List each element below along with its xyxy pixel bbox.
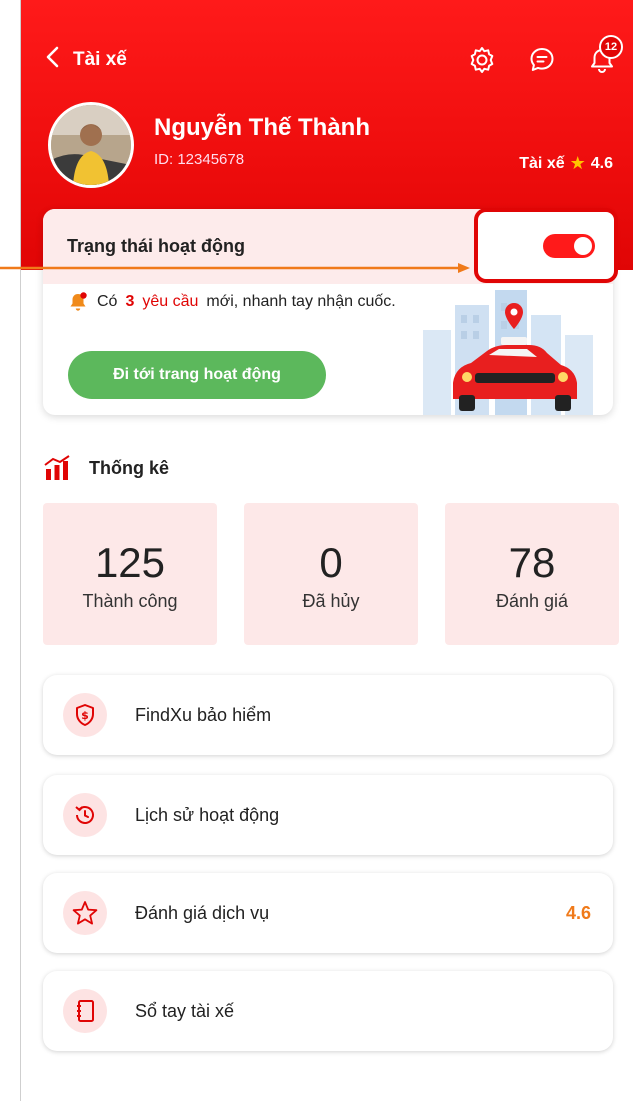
shield-dollar-icon: $ xyxy=(63,693,107,737)
role-label: Tài xế xyxy=(519,154,565,172)
rating-value: 4.6 xyxy=(590,154,613,172)
stats-header: Thống kê xyxy=(43,455,169,481)
top-nav: Tài xế 12 xyxy=(43,35,623,78)
menu-label: Đánh giá dịch vụ xyxy=(135,902,270,923)
phone-screen: Tài xế 12 Nguyễn Thế Thành ID: 12345678 … xyxy=(21,0,633,1101)
notice-link[interactable]: yêu cầu xyxy=(142,293,198,311)
stat-value: 0 xyxy=(319,539,343,586)
notice-prefix: Có xyxy=(97,293,118,310)
avatar[interactable] xyxy=(48,102,134,188)
role-rating: Tài xế ★ 4.6 xyxy=(519,153,613,174)
notice-count: 3 xyxy=(125,293,135,310)
status-label: Trạng thái hoạt động xyxy=(67,236,245,256)
notification-button[interactable]: 12 xyxy=(587,35,623,75)
page-title: Tài xế xyxy=(73,49,127,70)
user-id: ID: 12345678 xyxy=(154,151,245,168)
star-icon: ★ xyxy=(569,153,586,173)
menu-item-driver-handbook[interactable]: Sổ tay tài xế xyxy=(43,971,613,1051)
star-icon xyxy=(63,891,107,935)
stat-label: Thành công xyxy=(82,591,178,611)
gear-icon xyxy=(470,47,494,73)
menu-item-history[interactable]: Lịch sử hoạt động xyxy=(43,775,613,855)
settings-button[interactable] xyxy=(467,45,497,75)
menu-label: Lịch sử hoạt động xyxy=(135,804,280,825)
menu-value: 4.6 xyxy=(565,902,591,923)
request-notice: Có 3 yêu cầu mới, nhanh tay nhận cuốc. xyxy=(67,291,396,313)
stat-label: Đánh giá xyxy=(495,591,569,611)
menu-label: FindXu bảo hiểm xyxy=(135,704,272,725)
back-button[interactable] xyxy=(43,45,73,75)
notice-suffix: mới, nhanh tay nhận cuốc. xyxy=(206,293,396,310)
user-name: Nguyễn Thế Thành xyxy=(154,114,370,141)
avatar-photo xyxy=(51,105,131,185)
menu-item-service-rating[interactable]: Đánh giá dịch vụ 4.6 xyxy=(43,873,613,953)
notebook-icon xyxy=(63,989,107,1033)
city-taxi-illustration xyxy=(423,290,593,415)
stats-title: Thống kê xyxy=(89,457,169,478)
go-to-activity-button[interactable]: Đi tới trang hoạt động xyxy=(68,351,326,399)
notification-badge: 12 xyxy=(599,35,623,59)
chat-icon xyxy=(530,48,554,71)
annotation-arrow xyxy=(0,263,470,273)
stat-cancelled[interactable]: 0 Đã hủy xyxy=(244,503,418,645)
stat-label: Đã hủy xyxy=(302,591,360,611)
svg-text:$: $ xyxy=(81,709,89,722)
stat-value: 78 xyxy=(508,539,556,586)
menu-label: Sổ tay tài xế xyxy=(135,1000,235,1021)
bell-alert-icon xyxy=(70,292,87,311)
status-toggle[interactable] xyxy=(543,234,595,258)
stat-success[interactable]: 125 Thành công xyxy=(43,503,217,645)
chevron-left-icon xyxy=(46,46,59,68)
stat-value: 125 xyxy=(94,539,166,586)
menu-item-insurance[interactable]: $ FindXu bảo hiểm xyxy=(43,675,613,755)
chat-button[interactable] xyxy=(527,45,557,75)
history-icon xyxy=(63,793,107,837)
toggle-knob xyxy=(574,237,592,255)
stat-reviews[interactable]: 78 Đánh giá xyxy=(445,503,619,645)
nav-actions: 12 xyxy=(467,35,623,75)
status-toggle-highlight xyxy=(474,208,618,283)
chart-icon xyxy=(44,455,70,480)
